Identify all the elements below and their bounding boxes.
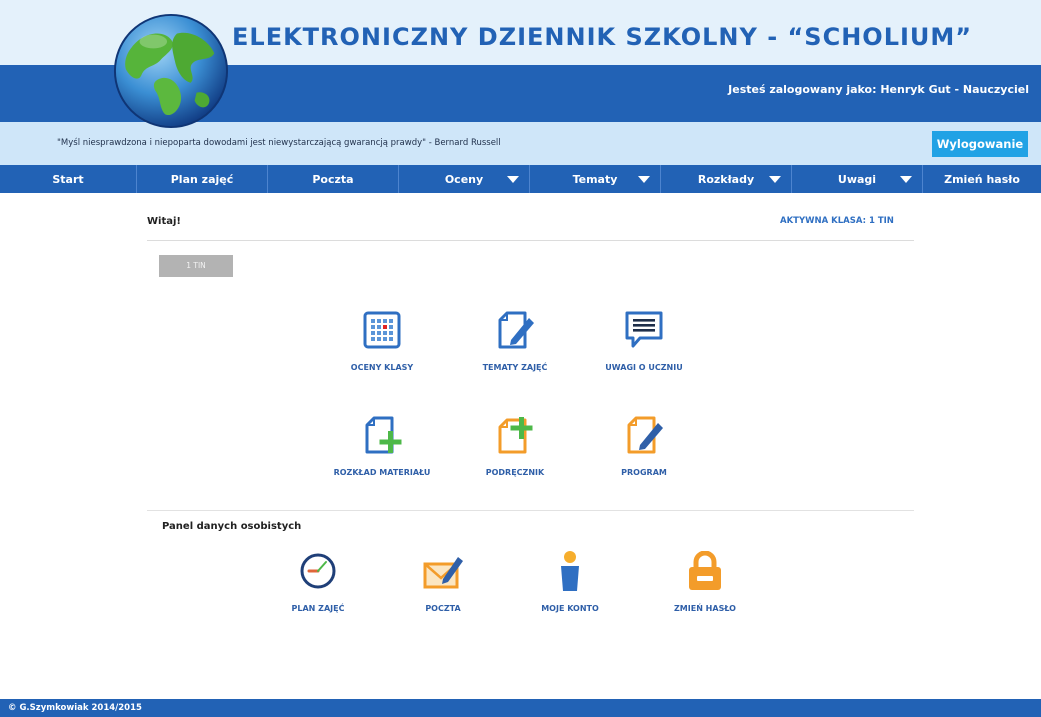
tile-uwagi-o-uczniu[interactable]: UWAGI O UCZNIU [584, 310, 704, 382]
nav-poczta[interactable]: Poczta [268, 165, 399, 193]
app-title: ELEKTRONICZNY DZIENNIK SZKOLNY - “SCHOLI… [232, 23, 973, 51]
tile-label: ROZKŁAD MATERIAŁU [333, 468, 431, 477]
personal-panel-title: Panel danych osobistych [162, 521, 302, 532]
globe-logo-icon [113, 13, 229, 129]
tile-tematy-zajec[interactable]: TEMATY ZAJĘĆ [455, 310, 575, 382]
tile-program[interactable]: PROGRAM [584, 415, 704, 487]
tile-label: UWAGI O UCZNIU [605, 363, 683, 372]
active-class-indicator: AKTYWNA KLASA: 1 TIN [780, 216, 894, 226]
chevron-down-icon [638, 176, 650, 183]
nav-uwagi[interactable]: Uwagi [792, 165, 923, 193]
tile-label: ZMIEŃ HASŁO [674, 604, 736, 613]
class-select-button[interactable]: 1 TIN [159, 255, 233, 277]
tile-label: TEMATY ZAJĘĆ [482, 363, 548, 372]
divider [147, 240, 914, 241]
divider [147, 510, 914, 511]
tile-oceny-klasy[interactable]: OCENY KLASY [322, 310, 442, 382]
nav-tematy[interactable]: Tematy [530, 165, 661, 193]
footer: © G.Szymkowiak 2014/2015 [0, 699, 1041, 717]
nav-plan-zajec-label: Plan zajęć [170, 172, 234, 186]
nav-poczta-label: Poczta [312, 172, 354, 186]
tile-plan-zajec[interactable]: PLAN ZAJĘĆ [258, 551, 378, 623]
nav-rozklady-label: Rozkłady [697, 172, 755, 186]
logout-button[interactable]: Wylogowanie [932, 131, 1028, 157]
add-document-orange-icon [498, 417, 533, 454]
nav-oceny[interactable]: Oceny [399, 165, 530, 193]
tile-rozklad-materialu[interactable]: ROZKŁAD MATERIAŁU [322, 415, 442, 487]
clock-icon [300, 553, 336, 589]
lock-icon [689, 551, 721, 590]
tile-label: OCENY KLASY [350, 363, 414, 372]
nav-start[interactable]: Start [0, 165, 137, 193]
nav-plan-zajec[interactable]: Plan zajęć [137, 165, 268, 193]
nav-zmien-haslo-label: Zmień hasło [944, 172, 1020, 186]
add-document-icon [365, 416, 402, 454]
nav-uwagi-label: Uwagi [837, 172, 877, 186]
tile-label: POCZTA [425, 604, 461, 613]
nav-oceny-label: Oceny [444, 172, 484, 186]
nav-start-label: Start [52, 172, 84, 186]
edit-document-icon [498, 311, 534, 349]
chevron-down-icon [900, 176, 912, 183]
welcome-heading: Witaj! [147, 216, 181, 227]
tile-zmien-haslo[interactable]: ZMIEŃ HASŁO [645, 551, 765, 623]
copyright: © G.Szymkowiak 2014/2015 [8, 703, 142, 713]
tile-label: MOJE KONTO [541, 604, 599, 613]
user-info: Jesteś zalogowany jako: Henryk Gut - Nau… [728, 83, 1029, 96]
nav-zmien-haslo[interactable]: Zmień hasło [923, 165, 1041, 193]
tile-label: PROGRAM [621, 468, 667, 477]
nav-tematy-label: Tematy [572, 172, 618, 186]
main-nav: Start Plan zajęć Poczta Oceny Tematy Roz… [0, 165, 1041, 193]
page: ELEKTRONICZNY DZIENNIK SZKOLNY - “SCHOLI… [0, 0, 1041, 717]
envelope-pen-icon [423, 557, 463, 589]
comment-icon [625, 311, 663, 348]
tile-moje-konto[interactable]: MOJE KONTO [510, 551, 630, 623]
quote-text: "Myśl niesprawdzona i niepoparta dowodam… [57, 138, 501, 148]
edit-document-orange-icon [627, 416, 663, 454]
nav-rozklady[interactable]: Rozkłady [661, 165, 792, 193]
tile-label: PLAN ZAJĘĆ [291, 604, 345, 613]
tile-label: PODRĘCZNIK [485, 468, 545, 477]
chevron-down-icon [507, 176, 519, 183]
tile-poczta[interactable]: POCZTA [383, 551, 503, 623]
grades-grid-icon [363, 311, 401, 349]
user-icon [561, 551, 579, 591]
tile-podrecznik[interactable]: PODRĘCZNIK [455, 415, 575, 487]
chevron-down-icon [769, 176, 781, 183]
